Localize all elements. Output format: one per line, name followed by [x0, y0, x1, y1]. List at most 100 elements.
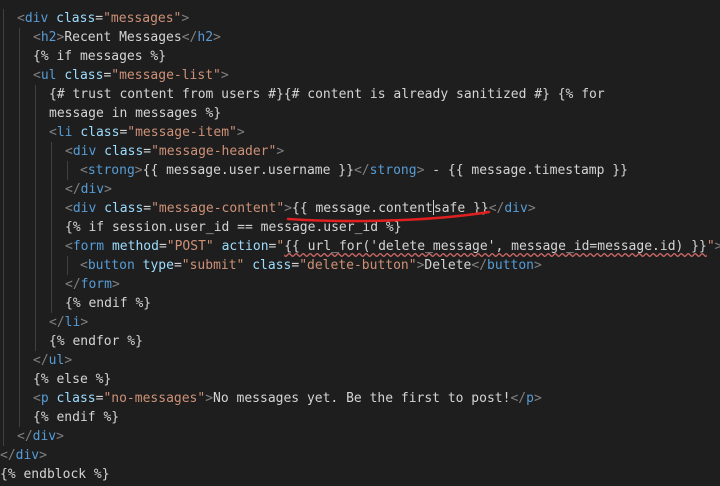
code-token: "message-content": [151, 201, 285, 216]
indent-guide: [51, 180, 52, 199]
code-token: </: [471, 258, 488, 273]
indent-guide: [19, 28, 20, 47]
indent-guide: [3, 351, 4, 370]
indent-guide: [35, 161, 36, 180]
code-line[interactable]: </div>: [0, 446, 720, 465]
indent-guide: [35, 123, 36, 142]
indent-guide: [19, 332, 20, 351]
code-line[interactable]: {% else %}: [0, 370, 720, 389]
code-token: <: [80, 258, 88, 273]
code-line[interactable]: <button type="submit" class="delete-butt…: [0, 256, 720, 275]
code-line[interactable]: {# trust content from users #}{# content…: [0, 85, 720, 104]
code-token: =: [143, 201, 152, 216]
code-token: ul: [48, 353, 65, 368]
code-text: <ul class="message-list">: [33, 66, 229, 85]
code-token: li: [56, 125, 73, 140]
code-token: "message-header": [151, 144, 277, 159]
indent-guide: [19, 218, 20, 237]
indent-guide: [67, 161, 68, 180]
code-token: </: [49, 315, 65, 330]
indent-guide: [35, 256, 36, 275]
code-token: <: [33, 391, 41, 406]
indent-guide: [19, 66, 20, 85]
code-line[interactable]: <div class="messages">: [0, 9, 720, 28]
code-text: {% endif %}: [33, 408, 119, 427]
code-text: <button type="submit" class="delete-butt…: [80, 256, 542, 275]
indent-guide: [19, 161, 20, 180]
code-token: >: [181, 11, 190, 26]
indent-guide: [19, 408, 20, 427]
code-line[interactable]: <form method="POST" action="{{ url_for('…: [0, 237, 720, 256]
code-line[interactable]: {% endif %}: [0, 294, 720, 313]
indent-guide: [19, 180, 20, 199]
indent-guide: [3, 28, 4, 47]
code-line[interactable]: </div>: [0, 427, 720, 446]
code-token: </: [488, 201, 505, 216]
code-token: </: [17, 429, 33, 444]
indent-guide: [3, 408, 4, 427]
code-text: </div>: [65, 180, 112, 199]
indent-guide: [3, 47, 4, 66]
indent-guide: [19, 199, 20, 218]
code-token: >: [527, 201, 536, 216]
code-token: </: [33, 353, 49, 368]
code-line[interactable]: {% endblock %}: [0, 465, 720, 484]
code-token: message in messages %}: [49, 106, 222, 121]
code-token: <: [33, 30, 41, 45]
code-line[interactable]: <strong>{{ message.user.username }}</str…: [0, 161, 720, 180]
code-text: <strong>{{ message.user.username }}</str…: [80, 161, 628, 180]
code-token: strong: [369, 163, 417, 178]
code-line[interactable]: <div class="message-content">{{ message.…: [0, 199, 720, 218]
code-line[interactable]: <ul class="message-list">: [0, 66, 720, 85]
code-token: >: [284, 201, 292, 216]
code-token: =: [158, 239, 167, 254]
code-editor[interactable]: <div class="messages"> <h2>Recent Message…: [0, 0, 720, 486]
code-line[interactable]: </ul>: [0, 351, 720, 370]
code-token: {% endblock %}: [0, 467, 110, 482]
code-token: <: [65, 201, 73, 216]
indent-guide: [3, 370, 4, 389]
code-line[interactable]: </li>: [0, 313, 720, 332]
code-line[interactable]: message in messages %}: [0, 104, 720, 123]
code-line[interactable]: <li class="message-item">: [0, 123, 720, 142]
code-line[interactable]: {% if messages %}: [0, 47, 720, 66]
indent-guide: [19, 47, 20, 66]
indent-guide: [19, 104, 20, 123]
code-token: "no-messages": [103, 391, 206, 406]
code-token: {% if messages %}: [33, 49, 167, 64]
code-token: </: [181, 30, 198, 45]
code-token: >: [534, 258, 542, 273]
code-token: - {{ message.timestamp }}: [424, 163, 628, 178]
indent-guide: [19, 294, 20, 313]
code-text: <h2>Recent Messages</h2>: [33, 28, 221, 47]
code-token: {% if session.user_id == message.user_id…: [65, 220, 402, 235]
code-token: div: [15, 448, 40, 463]
code-token: div: [72, 201, 97, 216]
code-text: <form method="POST" action="{{ url_for('…: [65, 237, 720, 256]
code-line[interactable]: {% endfor %}: [0, 332, 720, 351]
code-token: li: [64, 315, 81, 330]
code-line[interactable]: <p class="no-messages">No messages yet. …: [0, 389, 720, 408]
indent-guide: [19, 370, 20, 389]
code-line[interactable]: {% endif %}: [0, 408, 720, 427]
code-token: >: [213, 30, 221, 45]
code-text: </form>: [65, 275, 120, 294]
code-token: type: [142, 258, 174, 273]
code-line[interactable]: </div>: [0, 180, 720, 199]
code-line[interactable]: <h2>Recent Messages</h2>: [0, 28, 720, 47]
code-text: </div>: [17, 427, 64, 446]
indent-guide: [3, 389, 4, 408]
indent-guide: [3, 237, 4, 256]
code-token: div: [72, 144, 97, 159]
code-token: ": [276, 239, 285, 254]
code-token: <: [65, 239, 73, 254]
code-token: button: [87, 258, 135, 273]
code-line[interactable]: {% if session.user_id == message.user_id…: [0, 218, 720, 237]
indent-guide: [19, 142, 20, 161]
code-token: p: [40, 391, 49, 406]
code-line[interactable]: </form>: [0, 275, 720, 294]
code-text: </li>: [49, 313, 88, 332]
code-line[interactable]: <div class="message-header">: [0, 142, 720, 161]
